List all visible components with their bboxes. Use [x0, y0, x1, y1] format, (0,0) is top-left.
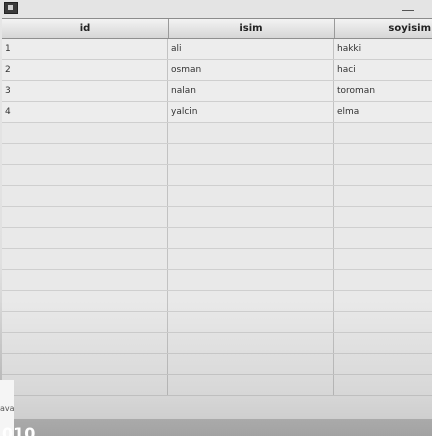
table-row[interactable]: 2 osman haci	[2, 60, 432, 81]
taskbar-fragment: ava	[0, 404, 15, 413]
column-header-id[interactable]: id	[2, 19, 169, 38]
empty-row	[2, 165, 432, 186]
empty-row	[2, 375, 432, 396]
clock-fragment: 010	[2, 424, 36, 436]
title-bar	[0, 0, 432, 18]
empty-row	[2, 291, 432, 312]
app-window: id isim soyisim 1 ali hakki 2 osman haci…	[0, 0, 432, 436]
minimize-button[interactable]	[402, 0, 414, 11]
app-window-icon	[4, 2, 18, 14]
table-row[interactable]: 1 ali hakki	[2, 39, 432, 60]
empty-row	[2, 207, 432, 228]
empty-row	[2, 249, 432, 270]
empty-row	[2, 123, 432, 144]
cell-soyisim[interactable]: elma	[334, 102, 432, 122]
cell-isim[interactable]: osman	[168, 60, 334, 80]
empty-row	[2, 270, 432, 291]
column-header-soyisim[interactable]: soyisim	[334, 19, 432, 38]
cell-soyisim[interactable]: hakki	[334, 39, 432, 59]
cell-soyisim[interactable]: haci	[334, 60, 432, 80]
cell-id[interactable]: 4	[2, 102, 168, 122]
empty-row	[2, 333, 432, 354]
empty-row	[2, 186, 432, 207]
cell-id[interactable]: 3	[2, 81, 168, 101]
empty-row	[2, 144, 432, 165]
data-table: id isim soyisim 1 ali hakki 2 osman haci…	[2, 18, 432, 419]
cell-id[interactable]: 1	[2, 39, 168, 59]
cell-isim[interactable]: yalcin	[168, 102, 334, 122]
table-row[interactable]: 4 yalcin elma	[2, 102, 432, 123]
cell-id[interactable]: 2	[2, 60, 168, 80]
empty-row	[2, 228, 432, 249]
table-row[interactable]: 3 nalan toroman	[2, 81, 432, 102]
table-header: id isim soyisim	[2, 19, 432, 39]
cell-isim[interactable]: nalan	[168, 81, 334, 101]
column-header-isim[interactable]: isim	[168, 19, 335, 38]
empty-row	[2, 312, 432, 333]
cell-isim[interactable]: ali	[168, 39, 334, 59]
empty-row	[2, 354, 432, 375]
cell-soyisim[interactable]: toroman	[334, 81, 432, 101]
